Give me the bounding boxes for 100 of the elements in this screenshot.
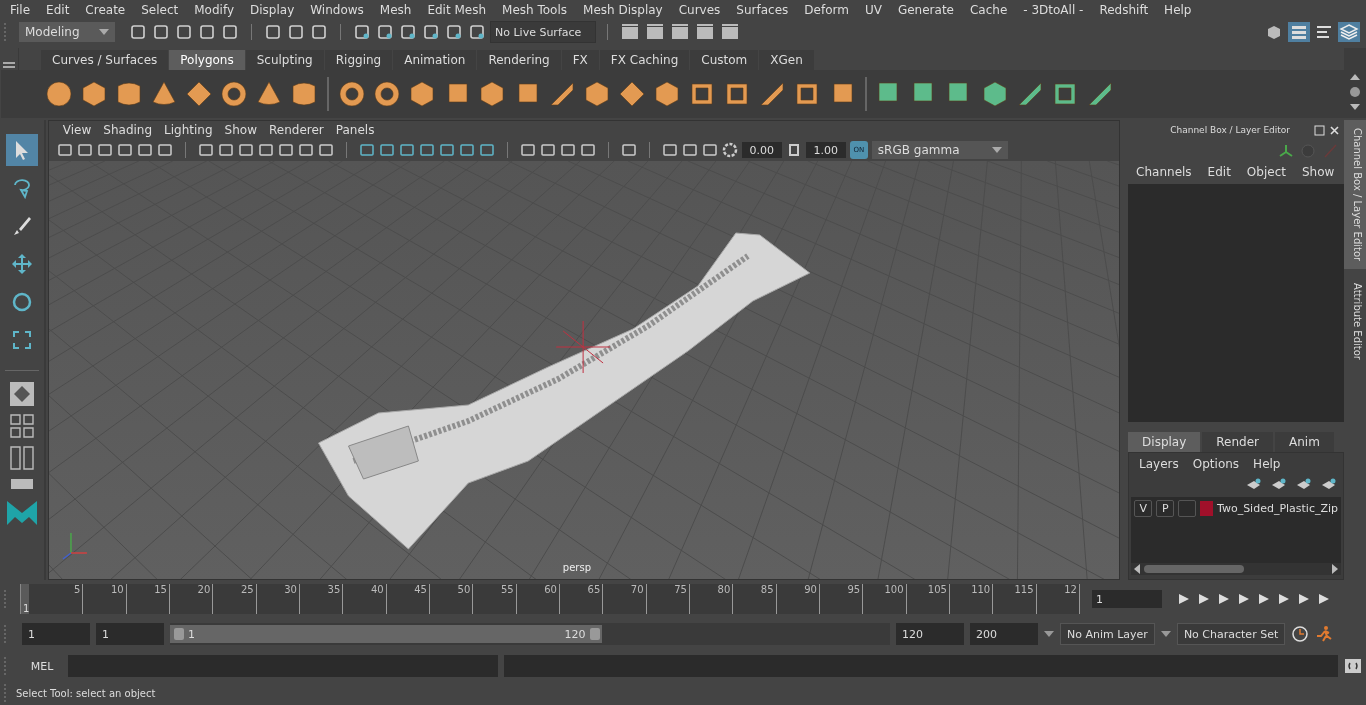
menu-item[interactable]: Surfaces: [728, 3, 797, 17]
shelf-tab[interactable]: Polygons: [169, 50, 245, 70]
menu-item[interactable]: Select: [133, 3, 187, 17]
select-tool-button[interactable]: [5, 134, 38, 166]
menu-item[interactable]: Help: [1156, 3, 1200, 17]
layers-icon[interactable]: [1338, 22, 1360, 42]
float-icon[interactable]: [1314, 124, 1326, 136]
layout-split-icon[interactable]: [8, 445, 35, 471]
shelf-menu-icon[interactable]: [3, 60, 15, 69]
menu-item[interactable]: Windows: [302, 3, 372, 17]
menu-item[interactable]: Curves: [670, 3, 729, 17]
panel-menu-item[interactable]: Lighting: [158, 123, 219, 137]
color-space-dropdown[interactable]: sRGB gamma: [871, 141, 1008, 159]
shelf-tab[interactable]: Sculpting: [245, 50, 324, 70]
end-frame-field[interactable]: 200: [970, 623, 1038, 645]
script-editor-icon[interactable]: [1344, 657, 1362, 675]
sphere-icon[interactable]: [45, 80, 73, 108]
menu-item[interactable]: Mesh Tools: [494, 3, 576, 17]
current-frame-marker[interactable]: [20, 584, 29, 614]
menu-item[interactable]: Redshift: [1091, 3, 1157, 17]
slider-handle[interactable]: [174, 628, 184, 640]
scroll-up-icon[interactable]: [1350, 73, 1360, 80]
playback-toggle[interactable]: P: [1156, 499, 1175, 517]
move-layer-up-icon[interactable]: [1246, 478, 1263, 490]
shelf-tab[interactable]: Rendering: [477, 50, 561, 70]
menu-item[interactable]: Edit Mesh: [419, 3, 495, 17]
torus-icon[interactable]: [220, 80, 248, 108]
layout-outliner-icon[interactable]: [8, 477, 35, 491]
layer-name[interactable]: Two_Sided_Plastic_Zip: [1217, 501, 1339, 515]
scroll-down-icon[interactable]: [1350, 104, 1360, 111]
shelf-tab[interactable]: Curves / Surfaces: [41, 50, 169, 70]
anim-layer-dropdown[interactable]: No Anim Layer: [1060, 623, 1155, 645]
layer-menu-item[interactable]: Layers: [1139, 457, 1179, 471]
menu-item[interactable]: Create: [77, 3, 134, 17]
menu-item[interactable]: Mesh Display: [575, 3, 671, 17]
close-icon[interactable]: [1329, 124, 1341, 136]
panel-menu-item[interactable]: Shading: [97, 123, 159, 137]
menu-item[interactable]: Deform: [796, 3, 857, 17]
character-set-dropdown[interactable]: No Character Set: [1176, 623, 1286, 645]
viewport[interactable]: persp: [48, 161, 1120, 579]
menu-item[interactable]: - 3DtoAll -: [1015, 3, 1092, 17]
menu-item[interactable]: Cache: [961, 3, 1016, 17]
slider-handle[interactable]: [589, 628, 600, 640]
layer-editor-tab[interactable]: Render: [1202, 432, 1274, 452]
scroll-left-icon[interactable]: [1134, 564, 1141, 574]
command-input-field[interactable]: [68, 655, 498, 677]
running-figure-icon[interactable]: [1315, 625, 1334, 643]
channel-box-menu-item[interactable]: Channels: [1136, 165, 1192, 179]
new-layer-icon[interactable]: [1296, 478, 1313, 490]
channel-box-menu-item[interactable]: Edit: [1207, 165, 1231, 179]
cone-icon[interactable]: [150, 80, 178, 108]
workspace-dropdown[interactable]: Modeling: [19, 22, 115, 42]
display-type-toggle[interactable]: [1178, 499, 1197, 517]
cube-icon[interactable]: [80, 80, 108, 108]
shelf-tab[interactable]: Animation: [393, 50, 477, 70]
playback-end-field[interactable]: 120: [896, 623, 964, 645]
auto-key-icon[interactable]: [1291, 625, 1310, 643]
manipulator-icon[interactable]: [1278, 143, 1295, 159]
shelf-tab[interactable]: FX Caching: [599, 50, 690, 70]
shelf-tab[interactable]: XGen: [759, 50, 814, 70]
gamma-field[interactable]: 1.00: [805, 142, 846, 158]
layer-editor-tab[interactable]: Anim: [1275, 432, 1334, 452]
caret-icon[interactable]: [1044, 631, 1054, 637]
shelf-options-icon[interactable]: [1350, 87, 1360, 97]
menu-item[interactable]: Generate: [889, 3, 962, 17]
move-layer-down-icon[interactable]: [1271, 478, 1288, 490]
panel-menu-item[interactable]: Renderer: [263, 123, 330, 137]
caret-icon[interactable]: [1160, 631, 1171, 637]
layout-quad-icon[interactable]: [8, 413, 35, 439]
layer-color-swatch[interactable]: [1200, 500, 1213, 516]
visibility-toggle[interactable]: V: [1134, 499, 1153, 517]
playback-start-field[interactable]: 1: [96, 623, 164, 645]
command-language-label[interactable]: MEL: [22, 659, 62, 673]
range-slider[interactable]: 1 120: [170, 623, 890, 645]
shelf-tab[interactable]: FX: [561, 50, 599, 70]
layer-menu-item[interactable]: Options: [1192, 457, 1240, 471]
scrollbar-thumb[interactable]: [1144, 565, 1245, 573]
side-tab[interactable]: Channel Box / Layer Editor: [1344, 120, 1366, 270]
shelf-tab[interactable]: Rigging: [324, 50, 393, 70]
menu-item[interactable]: Display: [242, 3, 303, 17]
channel-box-menu-item[interactable]: Show: [1301, 165, 1335, 179]
menu-item[interactable]: UV: [856, 3, 890, 17]
menu-item[interactable]: Edit: [38, 3, 78, 17]
layer-editor-tab[interactable]: Display: [1128, 432, 1201, 452]
menu-item[interactable]: Modify: [186, 3, 242, 17]
live-surface-field[interactable]: No Live Surface: [490, 21, 596, 43]
exposure-field[interactable]: 0.00: [741, 142, 782, 158]
menu-item[interactable]: File: [2, 3, 39, 17]
current-frame-field[interactable]: 1: [1092, 590, 1162, 608]
layout-single-icon[interactable]: [8, 381, 35, 407]
scroll-right-icon[interactable]: [1332, 564, 1339, 574]
menu-item[interactable]: Mesh: [371, 3, 420, 17]
time-slider[interactable]: 1 5 10 15 20 25 30 35 40 45 50 55 60 65 70 75 80 85 90 95 100 105 110 115 12: [20, 584, 1080, 614]
panel-menu-item[interactable]: Show: [218, 123, 263, 137]
shelf-tab[interactable]: Custom: [690, 50, 759, 70]
new-layer-from-selection-icon[interactable]: [1321, 478, 1338, 490]
layer-menu-item[interactable]: Help: [1253, 457, 1281, 471]
channel-box-menu-item[interactable]: Object: [1246, 165, 1286, 179]
panel-menu-item[interactable]: View: [56, 123, 98, 137]
start-frame-field[interactable]: 1: [22, 623, 90, 645]
